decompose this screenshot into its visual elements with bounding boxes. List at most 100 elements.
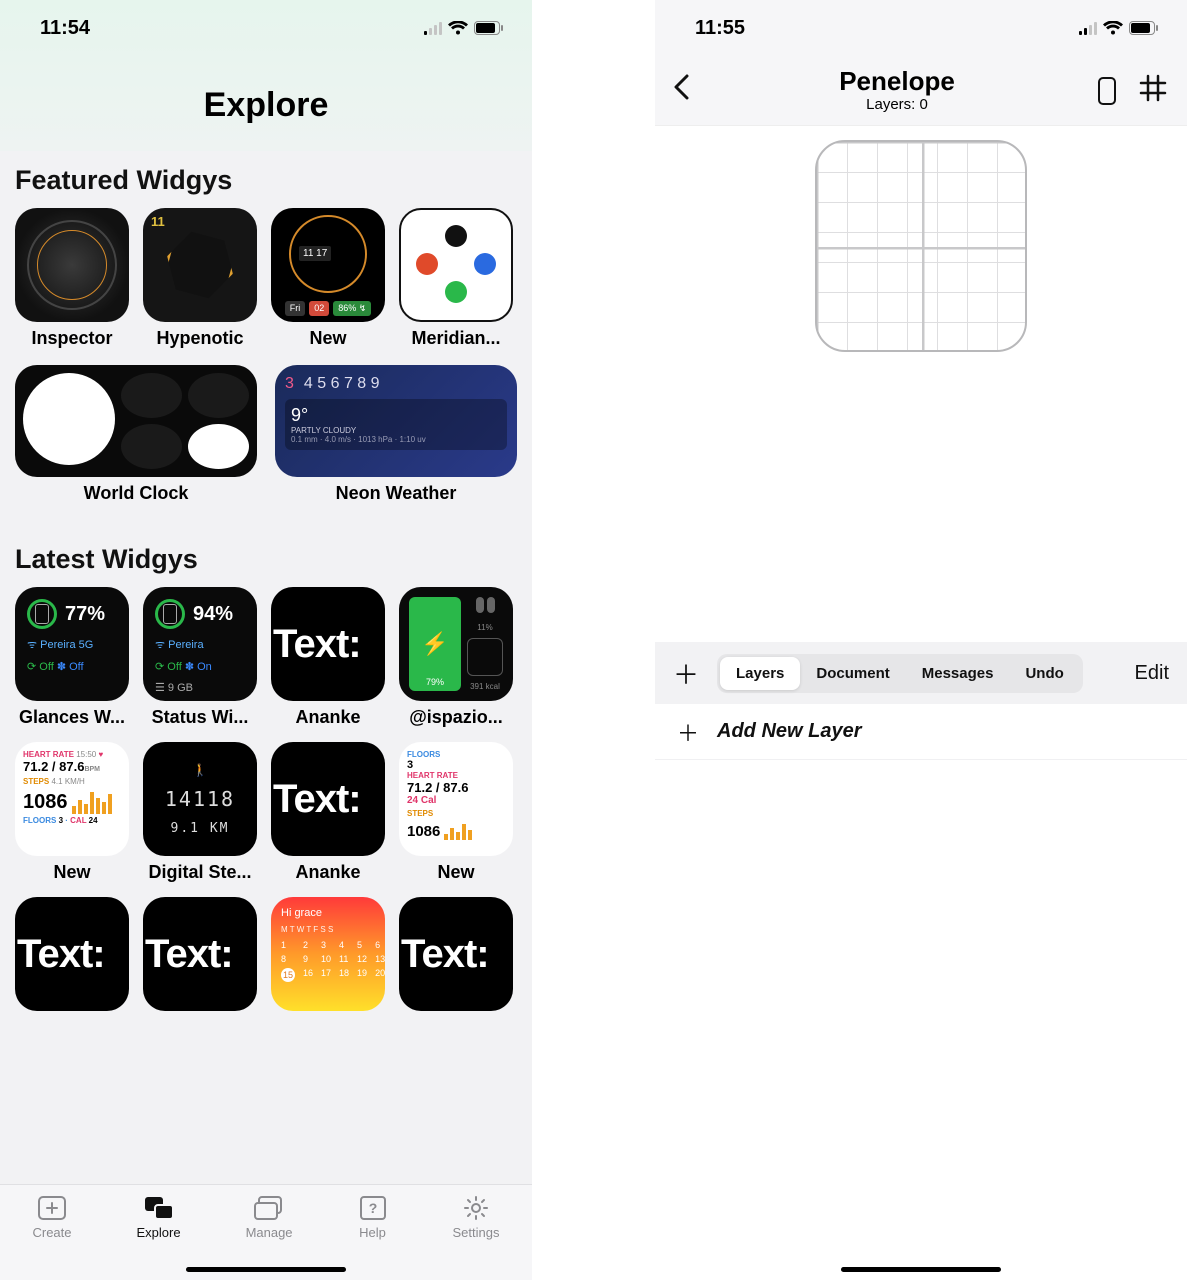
widgy-thumb-health: HEART RATE 15:50 ♥ 71.2 / 87.6BPM STEPS … bbox=[15, 742, 129, 856]
widgy-card[interactable]: Text: bbox=[399, 897, 513, 1011]
folders-icon bbox=[254, 1195, 284, 1221]
widgy-thumb-health2: FLOORS 3 HEART RATE 71.2 / 87.6 24 Cal S… bbox=[399, 742, 513, 856]
widgy-thumb-worldclock bbox=[15, 365, 257, 477]
explore-content[interactable]: Featured Widgys Inspector 11 Hypenotic 1… bbox=[0, 151, 532, 1184]
widgy-thumb-text: Text: bbox=[271, 587, 385, 701]
wifi-icon bbox=[448, 21, 468, 36]
widgy-card[interactable]: Text: bbox=[15, 897, 129, 1011]
widgy-thumb-digital: 🚶 14118 9.1 KM bbox=[143, 742, 257, 856]
latest-heading: Latest Widgys bbox=[15, 544, 517, 575]
grid-icon bbox=[1139, 74, 1167, 107]
widgy-card[interactable]: Inspector bbox=[15, 208, 129, 349]
widgy-thumb-meridian bbox=[399, 208, 513, 322]
cellular-icon bbox=[424, 21, 442, 35]
widgy-thumb-text: Text: bbox=[15, 897, 129, 1011]
panel-toolbar: ＋ Layers Document Messages Undo Edit bbox=[655, 642, 1187, 704]
tab-label: Manage bbox=[246, 1225, 293, 1240]
widgy-label: Glances W... bbox=[15, 707, 129, 728]
page-title: Explore bbox=[0, 56, 532, 143]
widgy-thumb-calendar: Hi grace M T W T F S S 1234567 891011121… bbox=[271, 897, 385, 1011]
editor-screen: 11:55 Penelope Layers: 0 bbox=[655, 0, 1187, 1280]
widgy-thumb-text: Text: bbox=[143, 897, 257, 1011]
widgy-card[interactable]: ⚡79% 11% 391 kcal @ispazio... bbox=[399, 587, 513, 728]
widgy-label: Meridian... bbox=[399, 328, 513, 349]
featured-row-2: World Clock 3 4 5 6 7 8 9 9° PARTLY CLOU… bbox=[15, 365, 517, 504]
tab-label: Settings bbox=[453, 1225, 500, 1240]
status-bar: 11:55 bbox=[655, 0, 1187, 56]
tab-label: Help bbox=[359, 1225, 386, 1240]
seg-undo[interactable]: Undo bbox=[1009, 657, 1079, 690]
widgy-label: Status Wi... bbox=[143, 707, 257, 728]
edit-button[interactable]: Edit bbox=[1135, 662, 1169, 685]
widgy-label: @ispazio... bbox=[399, 707, 513, 728]
grid-toggle-button[interactable] bbox=[1137, 74, 1169, 107]
tab-settings[interactable]: Settings bbox=[453, 1195, 500, 1280]
widgy-card[interactable]: Text: Ananke bbox=[271, 587, 385, 728]
widgy-card[interactable]: HEART RATE 15:50 ♥ 71.2 / 87.6BPM STEPS … bbox=[15, 742, 129, 883]
widgy-card-wide[interactable]: 3 4 5 6 7 8 9 9° PARTLY CLOUDY 0.1 mm · … bbox=[275, 365, 517, 504]
seg-layers[interactable]: Layers bbox=[720, 657, 800, 690]
featured-row-1: Inspector 11 Hypenotic 11 17 Fri 02 86% … bbox=[15, 208, 517, 349]
home-indicator[interactable] bbox=[841, 1267, 1001, 1272]
battery-icon bbox=[474, 21, 504, 35]
device-preview-button[interactable] bbox=[1091, 77, 1123, 105]
status-time: 11:54 bbox=[40, 17, 90, 40]
tab-bar: Create Explore Manage ? Help Settings bbox=[0, 1184, 532, 1280]
widgy-label: Neon Weather bbox=[275, 483, 517, 504]
tab-help[interactable]: ? Help bbox=[358, 1195, 388, 1280]
widgy-card[interactable]: 11 17 Fri 02 86% ↯ New bbox=[271, 208, 385, 349]
add-layer-row[interactable]: ＋ Add New Layer bbox=[655, 704, 1187, 760]
layers-count: Layers: 0 bbox=[717, 96, 1077, 113]
add-button[interactable]: ＋ bbox=[673, 655, 699, 692]
widgy-card[interactable]: 77% ᯤ Pereira 5G ⟳ Off ✽ Off Glances W..… bbox=[15, 587, 129, 728]
gear-icon bbox=[461, 1195, 491, 1221]
widgy-card-wide[interactable]: World Clock bbox=[15, 365, 257, 504]
phone-icon bbox=[1098, 77, 1116, 105]
tab-create[interactable]: Create bbox=[32, 1195, 71, 1280]
canvas-area[interactable] bbox=[655, 126, 1187, 642]
seg-messages[interactable]: Messages bbox=[906, 657, 1010, 690]
widgy-card[interactable]: 🚶 14118 9.1 KM Digital Ste... bbox=[143, 742, 257, 883]
widgy-label: Inspector bbox=[15, 328, 129, 349]
widget-canvas[interactable] bbox=[815, 140, 1027, 352]
plus-icon: ＋ bbox=[677, 716, 699, 748]
seg-document[interactable]: Document bbox=[800, 657, 905, 690]
widgy-thumb-text: Text: bbox=[271, 742, 385, 856]
widgy-card[interactable]: FLOORS 3 HEART RATE 71.2 / 87.6 24 Cal S… bbox=[399, 742, 513, 883]
widgy-label: Hypenotic bbox=[143, 328, 257, 349]
widgy-card[interactable]: 94% ᯤ Pereira ⟳ Off ✽ On ☰ 9 GB Status W… bbox=[143, 587, 257, 728]
widgy-card[interactable]: Text: bbox=[143, 897, 257, 1011]
widgy-card[interactable]: Hi grace M T W T F S S 1234567 891011121… bbox=[271, 897, 385, 1011]
tab-explore[interactable]: Explore bbox=[137, 1195, 181, 1280]
widgy-card[interactable]: 11 Hypenotic bbox=[143, 208, 257, 349]
widgy-label: Digital Ste... bbox=[143, 862, 257, 883]
explore-screen: 11:54 Explore Featured Widgys Inspector bbox=[0, 0, 532, 1280]
widgy-label: World Clock bbox=[15, 483, 257, 504]
status-bar: 11:54 bbox=[0, 0, 532, 56]
svg-text:?: ? bbox=[368, 1200, 377, 1216]
featured-heading: Featured Widgys bbox=[15, 165, 517, 196]
layers-panel: ＋ Layers Document Messages Undo Edit ＋ A… bbox=[655, 642, 1187, 1280]
latest-row-3: Text: Text: Hi grace M T W T F S S 12345… bbox=[15, 897, 517, 1011]
widgy-label: New bbox=[271, 328, 385, 349]
widgy-label: New bbox=[399, 862, 513, 883]
editor-title-box: Penelope Layers: 0 bbox=[717, 68, 1077, 113]
cellular-icon bbox=[1079, 21, 1097, 35]
status-time: 11:55 bbox=[695, 17, 745, 40]
widgy-card[interactable]: Meridian... bbox=[399, 208, 513, 349]
project-title: Penelope bbox=[717, 68, 1077, 94]
widgy-thumb-ispazio: ⚡79% 11% 391 kcal bbox=[399, 587, 513, 701]
squares-icon bbox=[144, 1195, 174, 1221]
home-indicator[interactable] bbox=[186, 1267, 346, 1272]
widgy-thumb-glances: 77% ᯤ Pereira 5G ⟳ Off ✽ Off bbox=[15, 587, 129, 701]
tab-label: Create bbox=[32, 1225, 71, 1240]
editor-header: Penelope Layers: 0 bbox=[655, 56, 1187, 126]
back-button[interactable] bbox=[673, 74, 703, 107]
widgy-card[interactable]: Text: Ananke bbox=[271, 742, 385, 883]
widgy-label: Ananke bbox=[271, 707, 385, 728]
help-icon: ? bbox=[358, 1195, 388, 1221]
widgy-thumb-new-dark: 11 17 Fri 02 86% ↯ bbox=[271, 208, 385, 322]
latest-row-1: 77% ᯤ Pereira 5G ⟳ Off ✽ Off Glances W..… bbox=[15, 587, 517, 728]
widgy-thumb-inspector bbox=[15, 208, 129, 322]
status-right bbox=[424, 21, 504, 36]
